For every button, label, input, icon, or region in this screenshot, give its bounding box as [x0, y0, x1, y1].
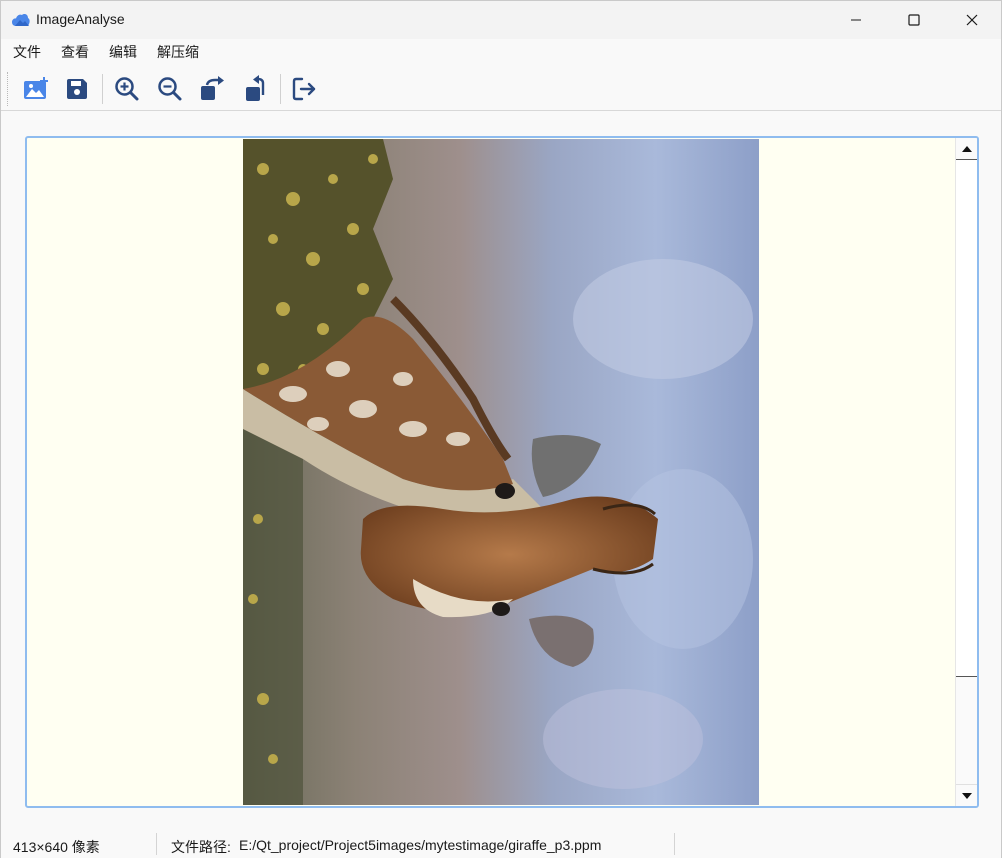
canvas-area [1, 112, 1001, 830]
rotate-left-button[interactable] [238, 73, 272, 105]
giraffe-image [243, 139, 759, 805]
minimize-button[interactable] [827, 1, 885, 39]
image-display [243, 139, 759, 805]
rotate-left-icon [246, 75, 265, 101]
rotate-right-button[interactable] [196, 73, 230, 105]
image-size-text: 413×640 像素 [13, 839, 100, 855]
file-path-text: E:/Qt_project/Project5images/mytestimage… [239, 837, 602, 853]
image-viewer[interactable] [25, 136, 979, 808]
menu-view[interactable]: 查看 [51, 39, 99, 66]
exit-button[interactable] [288, 73, 322, 105]
save-icon [67, 79, 87, 99]
zoom-in-icon [115, 77, 139, 101]
maximize-icon [908, 14, 920, 26]
menu-file[interactable]: 文件 [3, 39, 51, 66]
toolbar-separator [280, 74, 281, 104]
file-path-label: 文件路径: [171, 839, 231, 855]
close-button[interactable] [943, 1, 1001, 39]
zoom-in-button[interactable] [110, 73, 144, 105]
scroll-down-button[interactable] [956, 784, 977, 806]
menu-edit[interactable]: 编辑 [99, 39, 147, 66]
status-separator [674, 833, 675, 855]
save-button[interactable] [60, 73, 94, 105]
minimize-icon [851, 19, 861, 21]
exit-icon [292, 77, 316, 101]
window-title: ImageAnalyse [36, 11, 125, 27]
rotate-right-icon [201, 76, 224, 100]
vertical-scrollbar[interactable] [955, 138, 977, 806]
status-bar: 413×640 像素 文件路径: E:/Qt_project/Project5i… [1, 830, 1001, 858]
close-icon [966, 14, 978, 26]
menu-decompress[interactable]: 解压缩 [147, 39, 209, 66]
toolbar [1, 66, 1001, 111]
arrow-up-icon [961, 145, 972, 152]
status-separator [156, 833, 157, 855]
title-bar[interactable]: ImageAnalyse [1, 1, 1001, 39]
zoom-out-button[interactable] [153, 73, 187, 105]
arrow-down-icon [961, 792, 972, 799]
toolbar-separator [102, 74, 103, 104]
app-window: ImageAnalyse 文件 查看 编辑 解压缩 413×640 像素 文件路… [0, 0, 1002, 858]
open-image-icon [24, 77, 48, 99]
zoom-out-icon [158, 77, 182, 101]
menu-bar: 文件 查看 编辑 解压缩 [1, 39, 1001, 66]
scroll-up-button[interactable] [956, 138, 977, 160]
toolbar-grip[interactable] [7, 72, 9, 106]
open-image-button[interactable] [19, 73, 53, 105]
cloud-icon [12, 14, 30, 26]
scroll-thumb[interactable] [956, 160, 977, 677]
maximize-button[interactable] [885, 1, 943, 39]
